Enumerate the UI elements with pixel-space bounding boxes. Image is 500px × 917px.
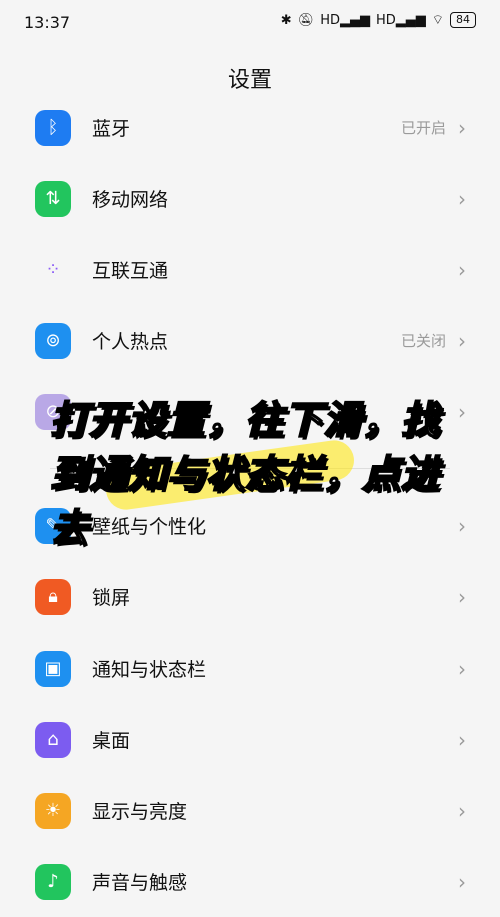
setting-label: 显示与亮度 xyxy=(92,801,188,823)
setting-display[interactable]: ☀ 显示与亮度 › xyxy=(0,775,500,846)
setting-label: 桌面 xyxy=(92,730,131,752)
status-time: 13:37 xyxy=(24,13,71,32)
home-icon: ⌂ xyxy=(35,721,71,758)
setting-desktop[interactable]: ⌂ 桌面 › xyxy=(0,704,500,775)
setting-label: 锁屏 xyxy=(92,587,131,609)
chevron-right-icon: › xyxy=(458,727,466,752)
status-bar: 13:37 ✱ 🔕︎ HD▂▄▆ HD▂▄▆ ⌔ 84 xyxy=(0,0,500,50)
hotspot-icon: ⊚ xyxy=(35,322,71,359)
chevron-right-icon: › xyxy=(458,869,466,894)
chevron-right-icon: › xyxy=(458,584,466,609)
setting-label: 蓝牙 xyxy=(92,118,131,140)
sound-icon: ♪ xyxy=(35,863,71,900)
setting-label: 互联互通 xyxy=(92,260,169,282)
setting-mobile-network[interactable]: ⇅ 移动网络 › xyxy=(0,163,500,234)
bluetooth-icon: ✱ xyxy=(280,12,292,28)
overlay-line: 打开设置，往下滑，找 xyxy=(49,397,441,443)
chevron-right-icon: › xyxy=(458,186,466,211)
mute-icon: 🔕︎ xyxy=(297,12,315,28)
setting-label: 个人热点 xyxy=(92,331,169,353)
overlay-line: 去 xyxy=(49,505,90,551)
setting-label: 通知与状态栏 xyxy=(92,659,207,681)
chevron-right-icon: › xyxy=(458,656,466,681)
battery-indicator: 84 xyxy=(450,12,476,28)
setting-sound[interactable]: ♪ 声音与触感 › xyxy=(0,846,500,917)
bluetooth-icon: ᛒ xyxy=(35,109,71,146)
setting-value: 已开启 xyxy=(400,119,446,137)
signal-hd-icon: HD▂▄▆ xyxy=(375,12,426,28)
chevron-right-icon: › xyxy=(458,257,466,282)
setting-interconnect[interactable]: ⁘ 互联互通 › xyxy=(0,234,500,305)
status-icons: ✱ 🔕︎ HD▂▄▆ HD▂▄▆ ⌔ 84 xyxy=(281,12,476,28)
chevron-right-icon: › xyxy=(458,798,466,823)
brightness-icon: ☀ xyxy=(35,792,71,829)
wifi-icon: ⌔ xyxy=(431,13,444,28)
setting-label: 移动网络 xyxy=(92,189,169,211)
mobile-data-icon: ⇅ xyxy=(35,180,71,217)
page-title: 设置 xyxy=(227,68,272,93)
chevron-right-icon: › xyxy=(458,328,466,353)
chevron-right-icon: › xyxy=(458,115,466,140)
instruction-overlay: 打开设置，往下滑，找 到通知与状态栏，点进 去 xyxy=(49,393,460,555)
setting-hotspot[interactable]: ⊚ 个人热点 已关闭 › xyxy=(0,305,500,376)
lock-icon: 🔒︎ xyxy=(35,578,71,615)
setting-value: 已关闭 xyxy=(400,332,446,350)
setting-label: 声音与触感 xyxy=(92,872,188,894)
setting-bluetooth[interactable]: ᛒ 蓝牙 已开启 › xyxy=(0,92,500,163)
overlay-line: 到通知与状态栏，点进 xyxy=(49,451,441,497)
signal-hd-icon: HD▂▄▆ xyxy=(320,12,370,28)
setting-lockscreen[interactable]: 🔒︎ 锁屏 › xyxy=(0,561,500,632)
notification-icon: ▣ xyxy=(35,650,71,687)
setting-notifications[interactable]: ▣ 通知与状态栏 › xyxy=(0,633,500,704)
dots-icon: ⁘ xyxy=(45,259,61,280)
